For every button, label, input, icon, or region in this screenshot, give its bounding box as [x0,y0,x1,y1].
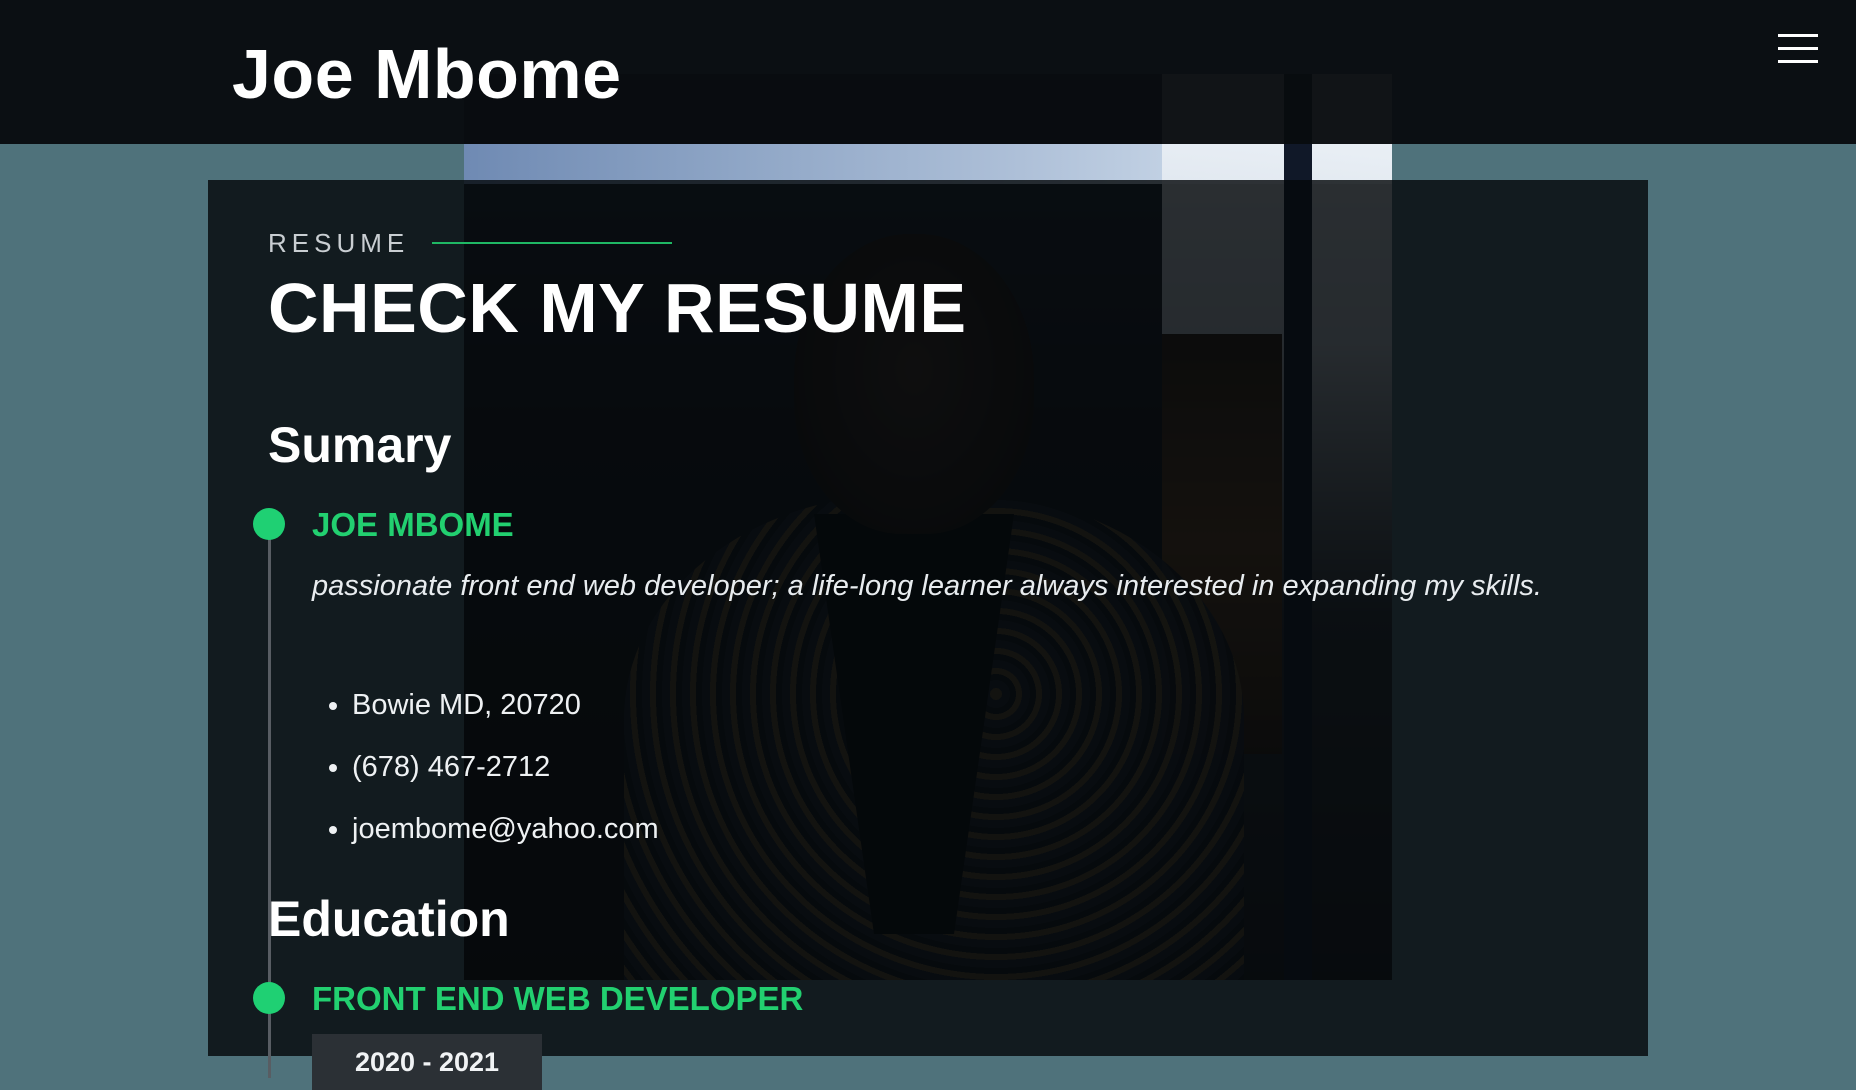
hamburger-menu-icon[interactable] [1778,34,1818,66]
timeline-line [268,524,271,1036]
contact-list: Bowie MD, 20720 (678) 467-2712 joembome@… [312,674,659,860]
menu-bar [1778,60,1818,63]
contact-phone: (678) 467-2712 [352,736,659,798]
summary-name: JOE MBOME [312,506,514,543]
section-title: CHECK MY RESUME [268,269,967,347]
section-label: RESUME [268,228,410,258]
contact-email: joembome@yahoo.com [352,798,659,860]
site-header: Joe Mbome [0,0,1856,144]
contact-address: Bowie MD, 20720 [352,674,659,736]
menu-bar [1778,34,1818,37]
menu-bar [1778,47,1818,50]
summary-heading: Sumary [268,417,452,473]
summary-description: passionate front end web developer; a li… [312,570,1542,602]
timeline-dot-icon [253,508,285,540]
site-title[interactable]: Joe Mbome [232,34,622,114]
timeline-dot-icon [253,982,285,1014]
education-heading: Education [268,891,510,947]
education-title: FRONT END WEB DEVELOPER [312,980,804,1017]
section-label-divider [432,242,672,244]
education-dates-badge: 2020 - 2021 [312,1034,542,1090]
resume-section: RESUME CHECK MY RESUME Sumary JOE MBOME … [208,180,1648,1090]
